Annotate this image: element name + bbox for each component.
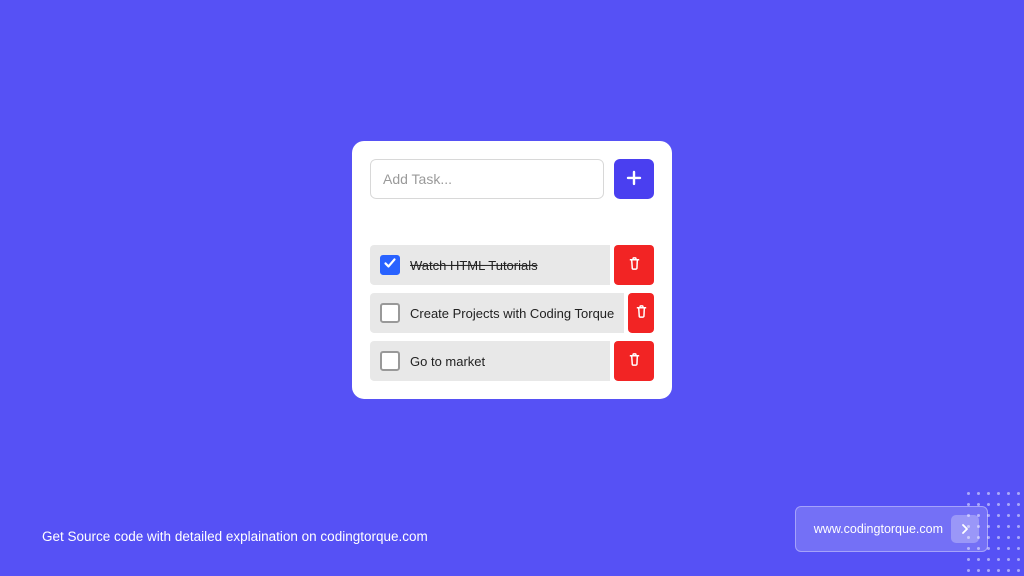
task-label: Watch HTML Tutorials — [410, 257, 538, 272]
site-url: www.codingtorque.com — [814, 522, 943, 536]
plus-icon — [626, 169, 642, 188]
check-icon — [383, 255, 397, 274]
todo-card: Watch HTML Tutorials Create Projects wit… — [352, 141, 672, 399]
task-label: Go to market — [410, 353, 485, 368]
task-checkbox[interactable] — [380, 351, 400, 371]
chevron-right-icon — [951, 515, 979, 543]
footer-tagline: Get Source code with detailed explainati… — [42, 529, 428, 544]
input-row — [370, 159, 654, 199]
task-body: Watch HTML Tutorials — [370, 245, 610, 285]
delete-task-button[interactable] — [614, 245, 654, 285]
task-body: Create Projects with Coding Torque — [370, 293, 624, 333]
trash-icon — [627, 256, 642, 274]
task-row: Watch HTML Tutorials — [370, 245, 654, 285]
trash-icon — [634, 304, 649, 322]
task-checkbox[interactable] — [380, 255, 400, 275]
task-list: Watch HTML Tutorials Create Projects wit… — [370, 245, 654, 381]
task-body: Go to market — [370, 341, 610, 381]
delete-task-button[interactable] — [614, 341, 654, 381]
trash-icon — [627, 352, 642, 370]
task-checkbox[interactable] — [380, 303, 400, 323]
add-task-button[interactable] — [614, 159, 654, 199]
task-input[interactable] — [370, 159, 604, 199]
task-row: Create Projects with Coding Torque — [370, 293, 654, 333]
delete-task-button[interactable] — [628, 293, 654, 333]
site-link-pill[interactable]: www.codingtorque.com — [795, 506, 988, 552]
task-label: Create Projects with Coding Torque — [410, 305, 614, 320]
task-row: Go to market — [370, 341, 654, 381]
